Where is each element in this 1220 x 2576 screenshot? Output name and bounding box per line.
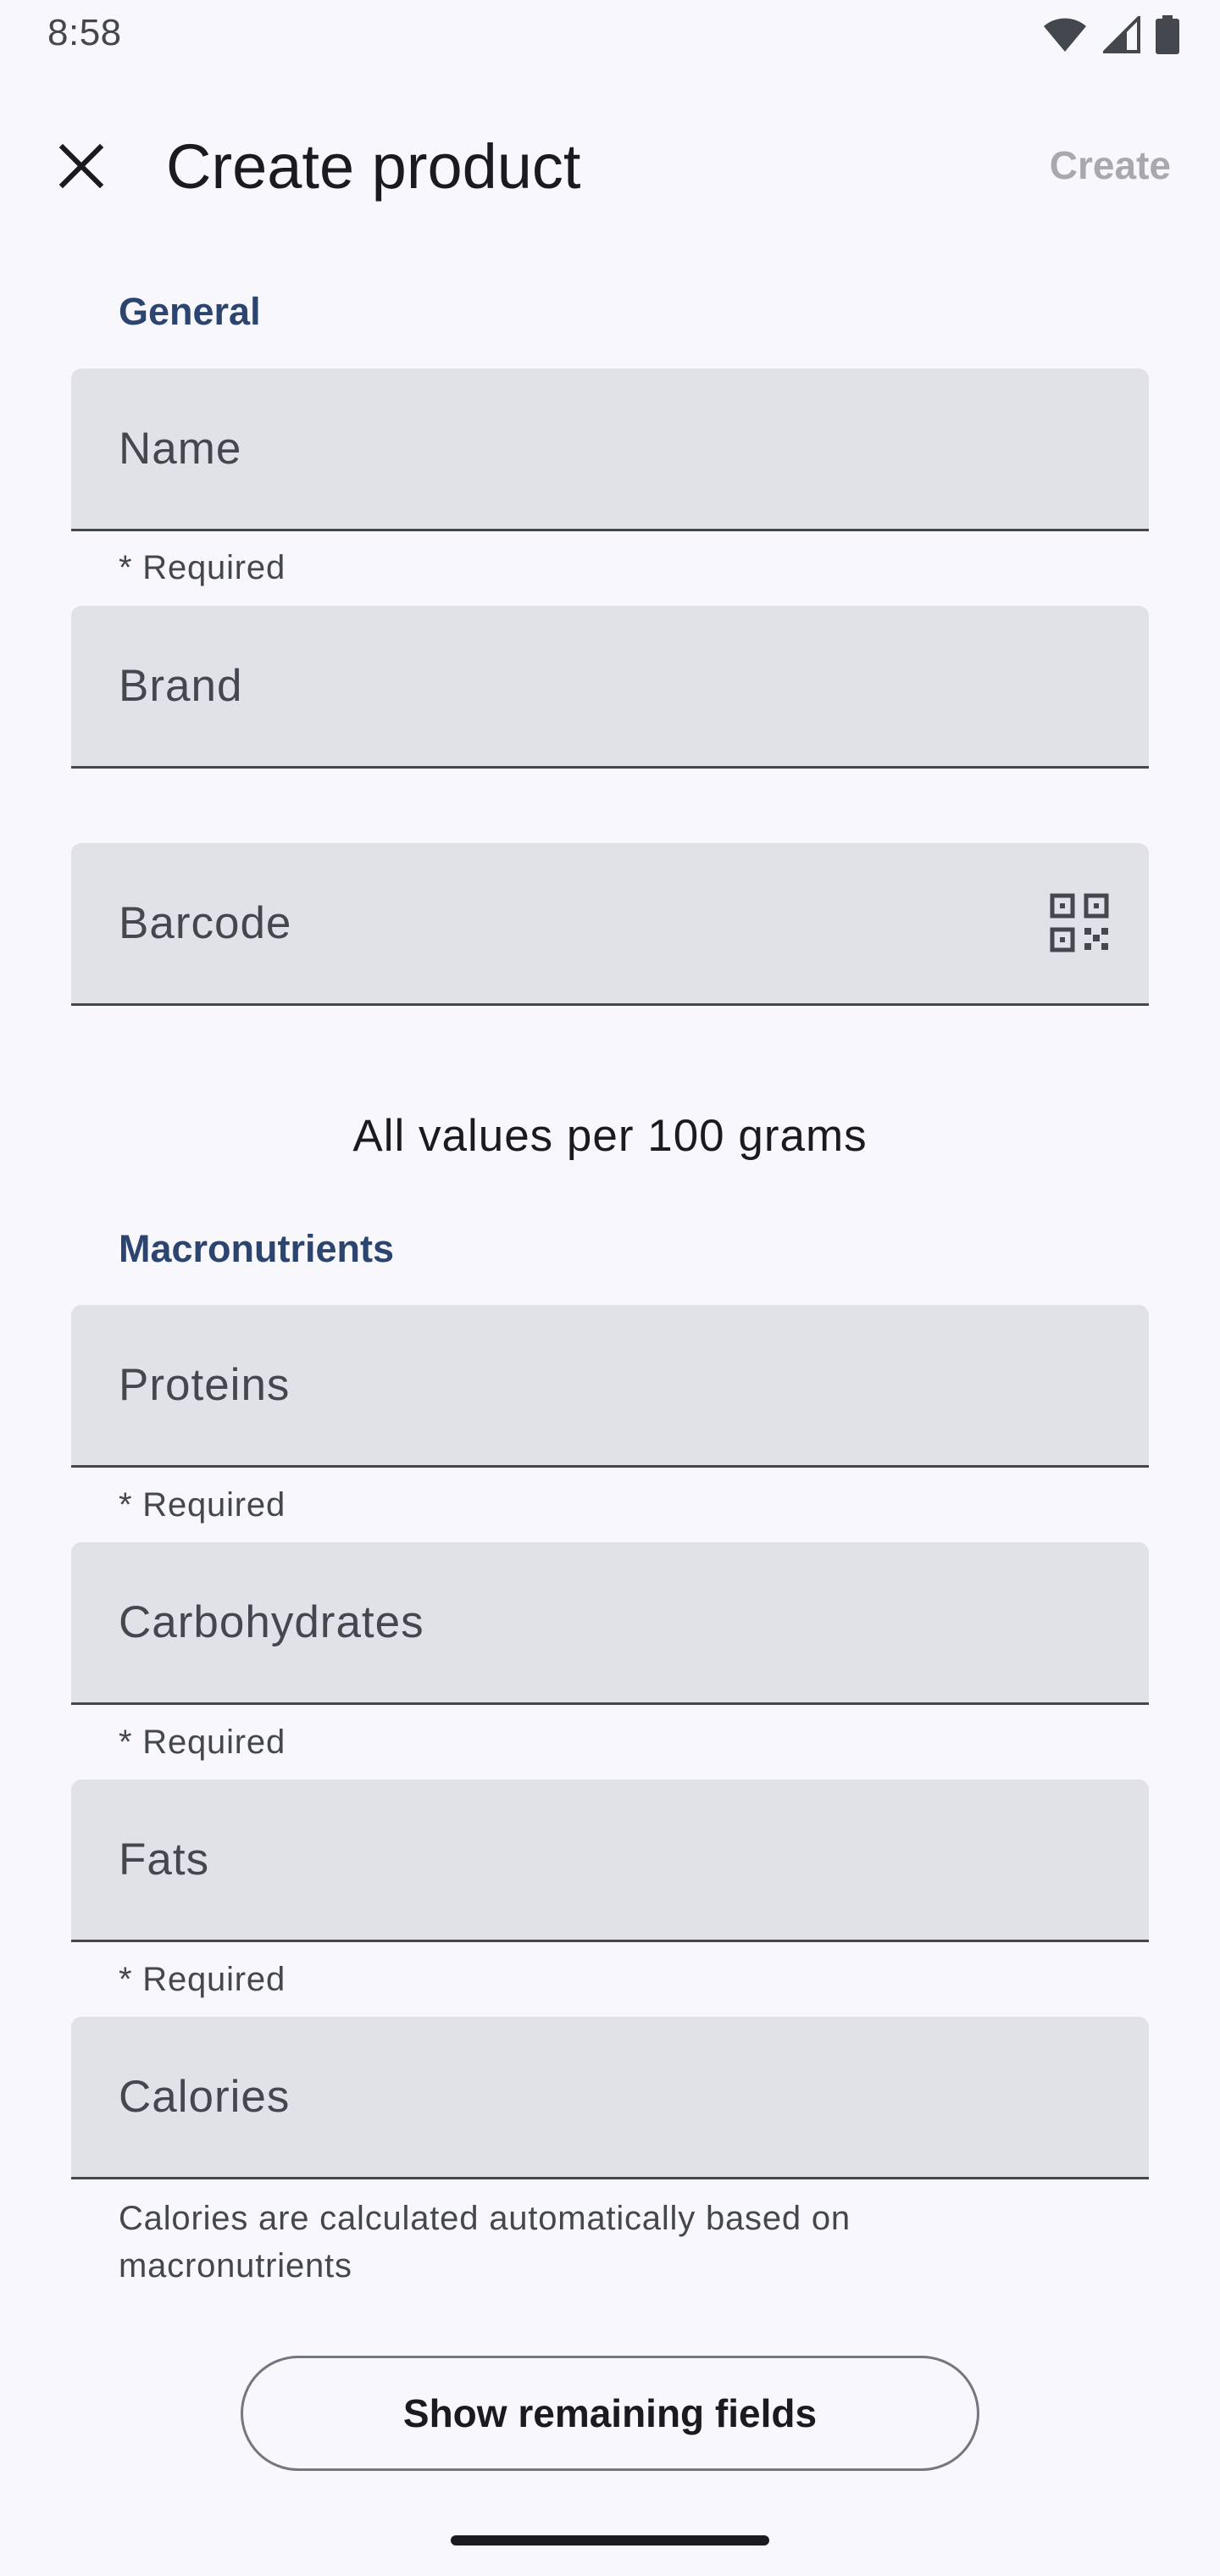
carbohydrates-field-label: Carbohydrates xyxy=(119,1597,424,1647)
barcode-field-label: Barcode xyxy=(119,898,292,948)
top-app-bar: Create product Create xyxy=(0,102,1220,229)
proteins-field-label: Proteins xyxy=(119,1360,291,1410)
per-100-grams-note: All values per 100 grams xyxy=(352,1111,868,1161)
close-button[interactable] xyxy=(47,134,115,202)
fats-helper-text: * Required xyxy=(119,1961,286,1998)
carbohydrates-field[interactable]: Carbohydrates xyxy=(71,1542,1149,1705)
name-field[interactable]: Name xyxy=(71,369,1149,531)
fats-field[interactable]: Fats xyxy=(71,1779,1149,1942)
proteins-helper-text: * Required xyxy=(119,1486,286,1524)
wifi-icon xyxy=(1042,16,1088,58)
brand-field[interactable]: Brand xyxy=(71,606,1149,769)
status-bar: 8:58 xyxy=(0,0,1220,71)
calories-field[interactable]: Calories xyxy=(71,2017,1149,2179)
name-field-label: Name xyxy=(119,424,242,474)
status-time: 8:58 xyxy=(47,12,122,53)
status-icons xyxy=(1042,14,1179,58)
qr-code-scanner-icon[interactable] xyxy=(1049,892,1110,953)
barcode-field[interactable]: Barcode xyxy=(71,843,1149,1006)
brand-field-label: Brand xyxy=(119,661,243,711)
proteins-field[interactable]: Proteins xyxy=(71,1305,1149,1468)
section-header-macronutrients: Macronutrients xyxy=(119,1227,395,1270)
page-title: Create product xyxy=(166,131,581,202)
cellular-signal-icon xyxy=(1101,14,1140,58)
name-helper-text: * Required xyxy=(119,549,286,586)
battery-icon xyxy=(1156,15,1179,58)
fats-field-label: Fats xyxy=(119,1835,210,1885)
section-header-general: General xyxy=(119,290,261,333)
calories-helper-text: Calories are calculated automatically ba… xyxy=(119,2200,851,2285)
carbohydrates-helper-text: * Required xyxy=(119,1724,286,1761)
calories-field-label: Calories xyxy=(119,2072,291,2122)
show-remaining-fields-button[interactable]: Show remaining fields xyxy=(241,2356,979,2471)
create-button[interactable]: Create xyxy=(1050,142,1171,188)
home-indicator[interactable] xyxy=(451,2535,769,2545)
close-icon xyxy=(58,142,105,194)
